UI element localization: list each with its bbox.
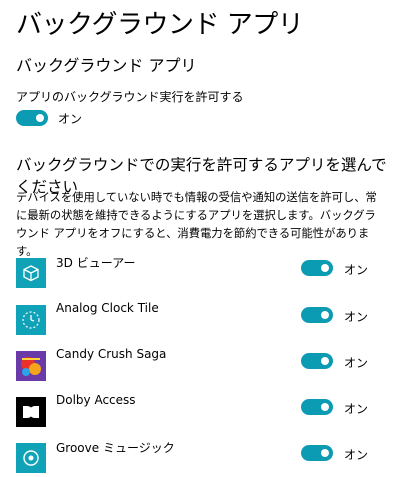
app-name: Candy Crush Saga	[56, 347, 167, 361]
allow-background-toggle[interactable]	[16, 110, 48, 126]
app-name: Analog Clock Tile	[56, 301, 159, 315]
allow-background-label: アプリのバックグラウンド実行を許可する	[16, 90, 244, 104]
groove-music-icon	[16, 443, 46, 473]
allow-background-state: オン	[58, 112, 83, 126]
app-state: オン	[344, 402, 369, 416]
app-toggle-candy-crush[interactable]	[301, 353, 333, 369]
page-title: バックグラウンド アプリ	[16, 10, 304, 40]
description: デバイスを使用していない時でも情報の受信や通知の送信を許可し、常に最新の状態を維…	[16, 191, 377, 258]
app-state: オン	[344, 448, 369, 462]
app-row-candy-crush: Candy Crush Saga オン	[16, 347, 386, 383]
dolby-icon	[16, 397, 46, 427]
app-toggle-groove-music[interactable]	[301, 445, 333, 461]
app-row-analog-clock: Analog Clock Tile オン	[16, 301, 386, 337]
clock-icon	[16, 305, 46, 335]
app-toggle-3d-viewer[interactable]	[301, 260, 333, 276]
app-toggle-analog-clock[interactable]	[301, 307, 333, 323]
app-name: Groove ミュージック	[56, 441, 175, 455]
app-name: 3D ビューアー	[56, 256, 136, 270]
app-name: Dolby Access	[56, 393, 136, 407]
app-state: オン	[344, 356, 369, 370]
cube-icon	[16, 258, 46, 288]
section-title: バックグラウンド アプリ	[16, 56, 197, 75]
app-toggle-dolby-access[interactable]	[301, 399, 333, 415]
app-row-dolby-access: Dolby Access オン	[16, 393, 386, 429]
app-row-3d-viewer: 3D ビューアー オン	[16, 256, 386, 290]
app-state: オン	[344, 310, 369, 324]
app-state: オン	[344, 263, 369, 277]
candy-crush-icon	[16, 351, 46, 381]
app-row-groove-music: Groove ミュージック オン	[16, 441, 386, 475]
